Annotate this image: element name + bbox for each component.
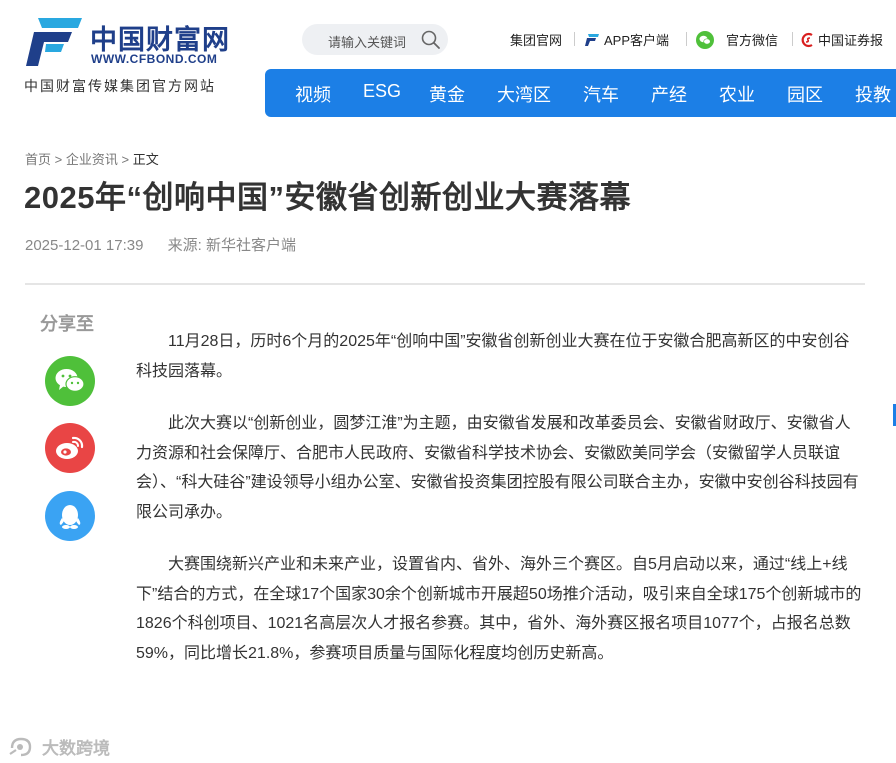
share-weibo-button[interactable]: [45, 423, 95, 473]
wechat-link[interactable]: 官方微信: [696, 30, 778, 49]
app-label: APP客户端: [604, 33, 670, 48]
logo-url: WWW.CFBOND.COM: [91, 52, 218, 66]
article-paragraph: 大赛围绕新兴产业和未来产业，设置省内、省外、海外三个赛区。自5月启动以来，通过“…: [136, 556, 862, 662]
nav-item-industry[interactable]: 产经: [651, 81, 687, 107]
breadcrumb-separator: >: [54, 152, 63, 167]
app-logo-icon: [585, 33, 599, 46]
search-icon[interactable]: [420, 29, 442, 51]
nav-item-video[interactable]: 视频: [295, 81, 331, 107]
cs-logo-icon: [801, 32, 813, 47]
watermark-text: 大数跨境: [42, 739, 110, 758]
share-qq-button[interactable]: [45, 491, 95, 541]
group-site-label: 集团官网: [510, 33, 563, 48]
nav-item-investor-edu[interactable]: 投教: [855, 81, 891, 107]
group-site-link[interactable]: 集团官网: [510, 30, 562, 49]
wechat-label: 官方微信: [726, 33, 779, 48]
breadcrumb-home[interactable]: 首页: [25, 152, 51, 167]
breadcrumb-current: 正文: [132, 152, 159, 167]
wechat-icon: [696, 30, 714, 49]
breadcrumb: 首页 > 企业资讯 > 正文: [25, 149, 159, 168]
nav-item-esg[interactable]: ESG: [363, 81, 401, 102]
watermark: 大数跨境: [8, 734, 110, 759]
weibo-icon: [56, 436, 84, 459]
qq-icon: [59, 505, 81, 529]
divider: [792, 32, 793, 46]
article-meta: 2025-12-01 17:39 来源: 新华社客户端: [25, 234, 296, 255]
divider: [25, 283, 865, 285]
article-title: 2025年“创响中国”安徽省创新创业大赛落幕: [24, 180, 631, 215]
article-paragraph: 此次大赛以“创新创业，圆梦江淮”为主题，由安徽省发展和改革委员会、安徽省财政厅、…: [136, 415, 859, 521]
search-placeholder: 请输入关键词: [328, 35, 407, 50]
article-datetime: 2025-12-01 17:39: [25, 237, 144, 254]
cs-link[interactable]: 中国证券报: [800, 30, 883, 49]
breadcrumb-separator: >: [121, 152, 130, 167]
cs-label: 中国证券报: [818, 33, 884, 48]
wechat-icon: [55, 369, 85, 392]
cfbond-logo-icon: [26, 18, 82, 66]
nav-item-greater-bay[interactable]: 大湾区: [497, 81, 551, 107]
nav-item-auto[interactable]: 汽车: [583, 81, 619, 107]
article-source: 来源: 新华社客户端: [167, 237, 296, 254]
share-wechat-button[interactable]: [45, 356, 95, 406]
nav-item-agriculture[interactable]: 农业: [719, 81, 755, 107]
nav-item-park[interactable]: 园区: [787, 81, 823, 107]
divider: [686, 32, 687, 46]
divider: [574, 32, 575, 46]
main-nav: 视频 ESG 黄金 大湾区 汽车 产经 农业 园区 投教: [265, 69, 896, 117]
nav-item-gold[interactable]: 黄金: [429, 81, 465, 107]
article-body: 11月28日，历时6个月的2025年“创响中国”安徽省创新创业大赛在位于安徽合肥…: [136, 327, 864, 691]
site-logo[interactable]: 中国财富网 WWW.CFBOND.COM 中国财富传媒集团官方网站: [24, 12, 254, 97]
watermark-logo-icon: [9, 737, 32, 756]
article-paragraph: 11月28日，历时6个月的2025年“创响中国”安徽省创新创业大赛在位于安徽合肥…: [136, 333, 850, 380]
share-label: 分享至: [40, 314, 94, 334]
breadcrumb-section[interactable]: 企业资讯: [66, 152, 118, 167]
app-link[interactable]: APP客户端: [584, 30, 669, 49]
logo-subtitle: 中国财富传媒集团官方网站: [24, 78, 216, 94]
search-input[interactable]: 请输入关键词: [302, 24, 448, 55]
